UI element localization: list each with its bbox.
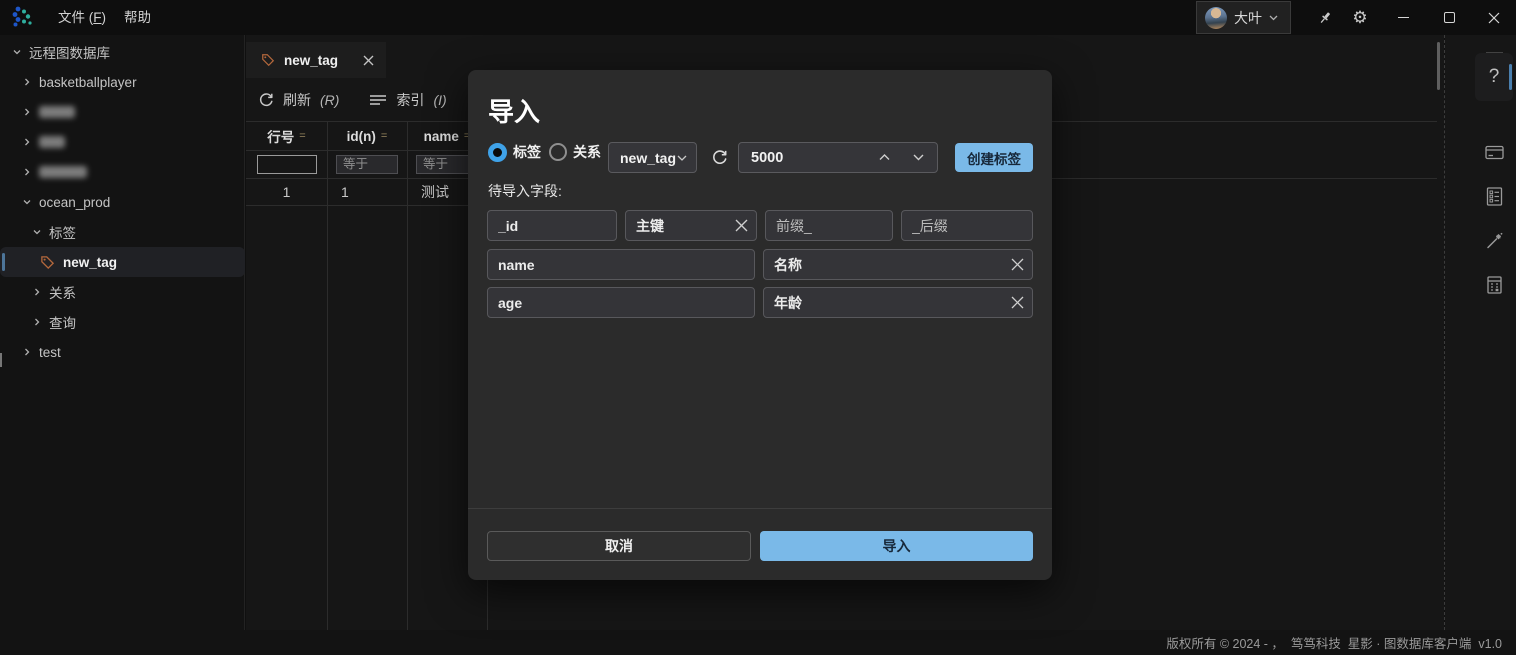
tab-close-icon[interactable] bbox=[363, 55, 374, 66]
suffix-input[interactable] bbox=[901, 210, 1033, 241]
sidebar-item-redacted[interactable] bbox=[0, 97, 245, 127]
filter-mark-icon: = bbox=[299, 130, 305, 142]
dialog-title: 导入 bbox=[488, 92, 540, 129]
menu-file-mnemonic: F bbox=[93, 10, 101, 25]
spinner-down-icon[interactable] bbox=[904, 142, 932, 173]
copyright-text: 版权所有 © 2024 - ， 笃笃科技 星影 · 图数据库客户端 v1.0 bbox=[1166, 633, 1502, 652]
column-header-id[interactable]: id(n) = bbox=[327, 122, 407, 150]
refresh-icon bbox=[258, 92, 274, 108]
chevron-collapsed-icon bbox=[32, 317, 42, 327]
filter-input-rownum[interactable] bbox=[257, 155, 317, 174]
import-dialog: 导入 标签 关系 new_tag 创建标签 待导入字段: bbox=[468, 70, 1052, 580]
sidebar-scroll-indicator[interactable] bbox=[0, 353, 2, 367]
radio-unselected-icon bbox=[549, 143, 567, 161]
magic-wand-icon[interactable] bbox=[1475, 222, 1513, 260]
chevron-expanded-icon bbox=[32, 227, 42, 237]
radio-selected-icon bbox=[488, 143, 507, 162]
chevron-down-icon bbox=[1269, 15, 1278, 21]
form-list-icon[interactable] bbox=[1475, 177, 1513, 215]
sidebar-item-ocean-prod[interactable]: ocean_prod bbox=[0, 187, 245, 217]
filter-mark-icon: = bbox=[381, 130, 387, 142]
spinner-up-icon[interactable] bbox=[870, 142, 898, 173]
tab-label: new_tag bbox=[284, 53, 354, 68]
index-icon bbox=[369, 94, 387, 106]
app-logo-icon bbox=[10, 4, 36, 30]
sidebar-item-query-group[interactable]: 查询 bbox=[0, 307, 245, 337]
clear-field-icon[interactable] bbox=[1011, 296, 1024, 309]
sidebar-item-tags-group[interactable]: 标签 bbox=[0, 217, 245, 247]
tag-icon bbox=[40, 255, 55, 270]
sidebar-item-new-tag[interactable]: new_tag bbox=[0, 247, 245, 277]
right-icon-rail bbox=[1445, 35, 1516, 630]
table-cell: 1 bbox=[246, 178, 327, 205]
titlebar: 文件 (F) 帮助 大叶 ⚙ bbox=[0, 0, 1516, 35]
filter-input-id[interactable] bbox=[336, 155, 398, 174]
clear-field-icon[interactable] bbox=[735, 219, 748, 232]
help-icon[interactable]: ? bbox=[1475, 53, 1513, 101]
menu-help[interactable]: 帮助 bbox=[114, 0, 161, 35]
import-button[interactable]: 导入 bbox=[760, 531, 1033, 561]
avatar bbox=[1205, 7, 1227, 29]
radio-tag[interactable]: 标签 bbox=[488, 142, 541, 162]
field-source-input[interactable] bbox=[487, 287, 755, 318]
selection-indicator bbox=[2, 253, 5, 271]
prefix-input[interactable] bbox=[765, 210, 893, 241]
reload-tags-icon[interactable] bbox=[711, 149, 728, 166]
tag-icon bbox=[261, 53, 275, 67]
sidebar-tree: 远程图数据库 basketballplayer ocean_prod 标签 ne… bbox=[0, 35, 245, 630]
create-tag-button[interactable]: 创建标签 bbox=[955, 143, 1033, 172]
chevron-collapsed-icon bbox=[22, 137, 32, 147]
sidebar-item-redacted[interactable] bbox=[0, 157, 245, 187]
user-name: 大叶 bbox=[1234, 8, 1262, 28]
sidebar-item-basketballplayer[interactable]: basketballplayer bbox=[0, 67, 245, 97]
chevron-collapsed-icon bbox=[32, 287, 42, 297]
clear-field-icon[interactable] bbox=[1011, 258, 1024, 271]
tab-new-tag[interactable]: new_tag bbox=[246, 42, 386, 78]
menu-file[interactable]: 文件 (F) bbox=[48, 0, 116, 35]
column-header-rownum[interactable]: 行号 = bbox=[246, 122, 327, 150]
chevron-collapsed-icon bbox=[22, 167, 32, 177]
field-target-input[interactable] bbox=[763, 287, 1033, 318]
card-panel-icon[interactable] bbox=[1475, 133, 1513, 171]
vertical-scrollbar[interactable] bbox=[1437, 42, 1440, 90]
field-source-input[interactable] bbox=[487, 210, 617, 241]
field-source-input[interactable] bbox=[487, 249, 755, 280]
sidebar-item-remote-db[interactable]: 远程图数据库 bbox=[0, 37, 245, 67]
fields-section-label: 待导入字段: bbox=[488, 181, 562, 201]
chevron-collapsed-icon bbox=[22, 77, 32, 87]
sidebar-item-test[interactable]: test bbox=[0, 337, 245, 367]
cancel-button[interactable]: 取消 bbox=[487, 531, 751, 561]
refresh-button[interactable]: 刷新 (R) bbox=[258, 90, 339, 110]
field-target-input[interactable] bbox=[763, 249, 1033, 280]
chevron-expanded-icon bbox=[12, 47, 22, 57]
table-cell: 1 bbox=[327, 178, 407, 205]
chevron-collapsed-icon bbox=[22, 107, 32, 117]
chevron-down-icon bbox=[677, 155, 687, 161]
statusbar: 版权所有 © 2024 - ， 笃笃科技 星影 · 图数据库客户端 v1.0 bbox=[0, 630, 1516, 655]
minimize-button[interactable] bbox=[1386, 0, 1420, 35]
index-button[interactable]: 索引 (I) bbox=[369, 90, 446, 110]
pin-icon[interactable] bbox=[1308, 0, 1342, 35]
active-rail-indicator bbox=[1509, 64, 1512, 90]
user-chip[interactable]: 大叶 bbox=[1196, 1, 1291, 34]
maximize-button[interactable] bbox=[1432, 0, 1466, 35]
radio-edge[interactable]: 关系 bbox=[549, 142, 601, 162]
sidebar-item-redacted[interactable] bbox=[0, 127, 245, 157]
chevron-expanded-icon bbox=[22, 197, 32, 207]
tag-select-value: new_tag bbox=[620, 150, 676, 166]
chevron-collapsed-icon bbox=[22, 347, 32, 357]
close-button[interactable] bbox=[1477, 0, 1511, 35]
sidebar-item-edges-group[interactable]: 关系 bbox=[0, 277, 245, 307]
dialog-footer-divider bbox=[468, 508, 1052, 509]
gear-icon[interactable]: ⚙ bbox=[1343, 0, 1377, 35]
calculator-icon[interactable] bbox=[1475, 266, 1513, 304]
tag-select[interactable]: new_tag bbox=[608, 142, 697, 173]
